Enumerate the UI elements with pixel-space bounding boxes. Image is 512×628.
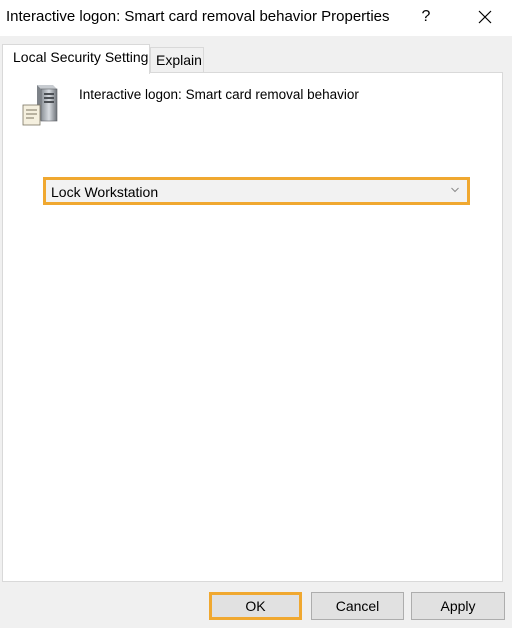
cancel-button[interactable]: Cancel (311, 592, 404, 620)
tab-panel: Interactive logon: Smart card removal be… (2, 72, 503, 582)
removal-behavior-dropdown[interactable]: Lock Workstation (43, 177, 470, 205)
server-policy-icon (19, 83, 63, 127)
setting-name: Interactive logon: Smart card removal be… (79, 87, 359, 102)
apply-button[interactable]: Apply (411, 592, 505, 620)
tab-local-security-setting[interactable]: Local Security Setting (2, 44, 150, 74)
help-button[interactable]: ? (412, 4, 440, 30)
ok-button[interactable]: OK (209, 592, 302, 620)
dropdown-selected-value: Lock Workstation (51, 184, 159, 200)
tab-explain[interactable]: Explain (150, 47, 204, 73)
window-title: Interactive logon: Smart card removal be… (6, 8, 390, 25)
title-bar: Interactive logon: Smart card removal be… (0, 0, 512, 36)
close-icon (478, 10, 492, 24)
close-button[interactable] (470, 4, 500, 30)
chevron-down-icon (451, 187, 459, 193)
